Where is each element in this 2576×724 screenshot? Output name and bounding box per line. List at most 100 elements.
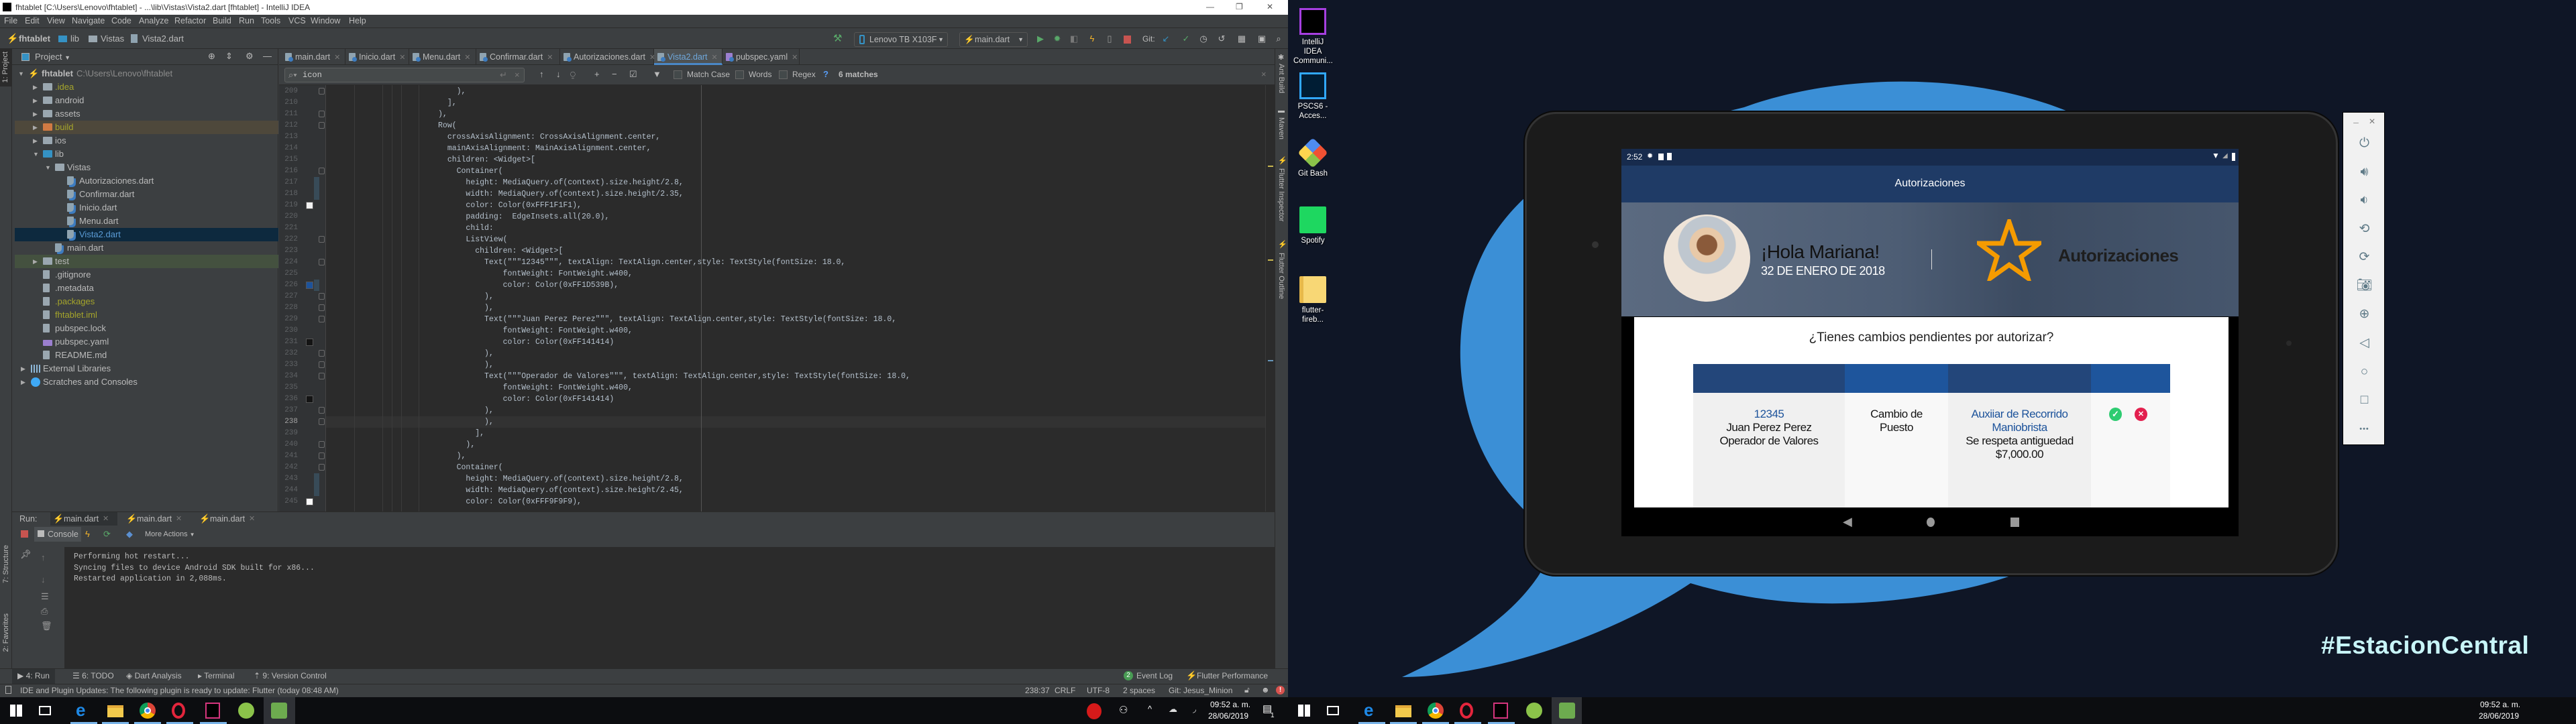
status-message[interactable]: IDE and Plugin Updates: The following pl… <box>20 686 339 695</box>
chrome-icon[interactable] <box>140 703 156 719</box>
code-line[interactable]: ), <box>345 359 494 371</box>
windows-start-icon[interactable] <box>1298 705 1310 717</box>
breadcrumb-fhtablet[interactable]: fhtablet <box>19 34 50 44</box>
tree-item-test[interactable]: ▶ test <box>15 255 278 268</box>
code-line[interactable]: Text("""Juan Perez Perez""", textAlign: … <box>345 314 896 325</box>
dart-devtools-icon[interactable]: ◆ <box>126 529 133 540</box>
editor-scrollbar[interactable] <box>1265 85 1275 511</box>
desktop-icon-intellij[interactable]: IntelliJ IDEA Communi... <box>1293 8 1333 66</box>
regex-checkbox[interactable] <box>779 70 788 79</box>
scroll-down-icon[interactable]: ↓ <box>41 575 46 585</box>
code-line[interactable]: width: MediaQuery.of(context).size.heigh… <box>345 188 683 200</box>
clear-search-icon[interactable]: × <box>515 70 520 80</box>
opera-icon[interactable] <box>1460 703 1473 719</box>
run-config-selector[interactable]: ⚡ main.dart ▼ <box>959 32 1028 47</box>
approve-button[interactable]: ✓ <box>2109 408 2122 421</box>
console-tab[interactable]: Console <box>34 527 81 542</box>
close-button[interactable]: ✕ <box>1267 2 1273 11</box>
clock-date[interactable]: 28/06/2019 <box>2479 711 2519 721</box>
table-link-text[interactable]: Auxiiar de Recorrido <box>1948 408 2091 421</box>
tree-item-android[interactable]: ▶ android <box>15 94 278 107</box>
intellij-icon[interactable] <box>205 703 220 719</box>
collapse-arrow-icon[interactable]: ▶ <box>21 362 25 375</box>
error-icon[interactable]: ! <box>1276 686 1285 695</box>
code-line[interactable]: ), <box>345 109 447 120</box>
search-input-box[interactable]: ⌕▾ icon ↵ × <box>284 68 525 82</box>
git-commit-icon[interactable]: ✓ <box>1181 34 1191 44</box>
hot-reload-icon[interactable]: ϟ <box>85 529 90 539</box>
event-log-button[interactable]: Event Log <box>1136 671 1173 680</box>
code-line[interactable]: ), <box>345 291 494 302</box>
tree-root-fhtablet[interactable]: ▼ ⚡ fhtablet C:\Users\Lenovo\fhtablet <box>15 67 278 80</box>
minimize-button[interactable]: — <box>1206 2 1214 11</box>
fold-marker-icon[interactable] <box>319 418 325 425</box>
caret-position[interactable]: 238:37 <box>1025 686 1050 695</box>
overview-icon[interactable]: □ <box>2343 394 2385 407</box>
search-input[interactable]: icon <box>303 70 322 80</box>
tree-item-pubspec-lock[interactable]: pubspec.lock <box>15 322 278 335</box>
tree-item-inicio-dart[interactable]: Inicio.dart <box>15 201 278 215</box>
hot-restart-icon[interactable]: ⟳ <box>103 529 111 540</box>
task-view-icon[interactable] <box>1327 706 1339 715</box>
tree-item-pubspec-yaml[interactable]: pubspec.yaml <box>15 335 278 349</box>
menu-window[interactable]: Window <box>311 16 340 25</box>
tree-item--idea[interactable]: ▶ .idea <box>15 80 278 94</box>
more-icon[interactable]: ••• <box>2343 422 2385 436</box>
structure-tool-button[interactable]: 7: Structure <box>2 545 10 583</box>
add-occurrence-icon[interactable]: + <box>594 69 600 79</box>
code-line[interactable]: color: Color(0xFF141414) <box>345 337 614 348</box>
collapse-arrow-icon[interactable]: ▶ <box>33 134 38 147</box>
editor-tab-menu-dart[interactable]: Menu.dart ✕ <box>409 49 476 65</box>
stop-button[interactable] <box>21 530 28 538</box>
menu-build[interactable]: Build <box>213 16 231 25</box>
collapse-arrow-icon[interactable]: ▶ <box>21 375 25 389</box>
menu-edit[interactable]: Edit <box>25 16 40 25</box>
close-tab-icon[interactable]: ✕ <box>792 54 798 62</box>
hot-reload-icon[interactable]: ϟ <box>1087 34 1097 44</box>
fold-marker-icon[interactable] <box>319 361 325 368</box>
code-line[interactable]: Container( <box>345 166 503 177</box>
run-tab-1[interactable]: ⚡ main.dart ✕ <box>50 512 117 526</box>
locate-icon[interactable]: ⊕ <box>208 51 215 62</box>
next-match-icon[interactable]: ↓ <box>556 69 561 79</box>
tree-item-external-libraries[interactable]: ▶ External Libraries <box>15 362 278 375</box>
file-encoding[interactable]: UTF-8 <box>1087 686 1110 695</box>
tree-item-confirmar-dart[interactable]: Confirmar.dart <box>15 188 278 201</box>
home-nav-icon[interactable] <box>1927 518 1935 527</box>
tool-tab-terminal[interactable]: ▸ Terminal <box>193 669 240 684</box>
people-icon[interactable]: ⚇ <box>1119 704 1128 716</box>
stop-icon[interactable] <box>1124 36 1131 44</box>
zoom-icon[interactable]: ⊕ <box>2343 308 2385 321</box>
lock-icon[interactable]: 🔓︎ <box>1244 685 1250 695</box>
android-studio-icon[interactable] <box>238 703 254 719</box>
code-line[interactable]: fontWeight: FontWeight.w400, <box>345 382 633 394</box>
tool-tab-6-todo[interactable]: ☰ 6: TODO <box>67 669 119 684</box>
hide-panel-icon[interactable]: — <box>263 51 272 61</box>
notification-icon[interactable] <box>5 686 11 694</box>
remove-occurrence-icon[interactable]: − <box>612 69 617 79</box>
hector-icon[interactable]: ☻ <box>1261 685 1270 695</box>
code-line[interactable]: ListView( <box>345 234 507 245</box>
collapse-arrow-icon[interactable]: ▶ <box>33 255 38 268</box>
fold-marker-icon[interactable] <box>319 293 325 300</box>
clock-date[interactable]: 28/06/2019 <box>1208 711 1248 721</box>
code-line[interactable]: fontWeight: FontWeight.w400, <box>345 325 633 337</box>
fold-marker-icon[interactable] <box>319 259 325 265</box>
file-explorer-icon[interactable] <box>107 705 123 717</box>
fold-marker-icon[interactable] <box>319 304 325 311</box>
collapse-all-icon[interactable]: ⇕ <box>225 51 233 62</box>
color-preview-icon[interactable] <box>306 396 313 403</box>
console-output[interactable]: Performing hot restart... Syncing files t… <box>64 547 1275 669</box>
windows-start-icon[interactable] <box>10 705 22 717</box>
scroll-up-icon[interactable]: ↑ <box>41 552 46 562</box>
code-line[interactable]: color: Color(0xFFF1F1F1), <box>345 200 582 211</box>
regex-label[interactable]: Regex <box>792 70 816 79</box>
fold-marker-icon[interactable] <box>319 464 325 471</box>
intellij-icon[interactable] <box>1493 703 1508 719</box>
close-tab-icon[interactable]: ✕ <box>176 514 182 523</box>
debug-icon[interactable]: ✹ <box>1053 34 1062 44</box>
fold-marker-icon[interactable] <box>319 88 325 95</box>
close-tab-icon[interactable]: ✕ <box>103 514 109 523</box>
code-line[interactable]: fontWeight: FontWeight.w400, <box>345 268 633 280</box>
clock-time[interactable]: 09:52 a. m. <box>1210 700 1250 709</box>
